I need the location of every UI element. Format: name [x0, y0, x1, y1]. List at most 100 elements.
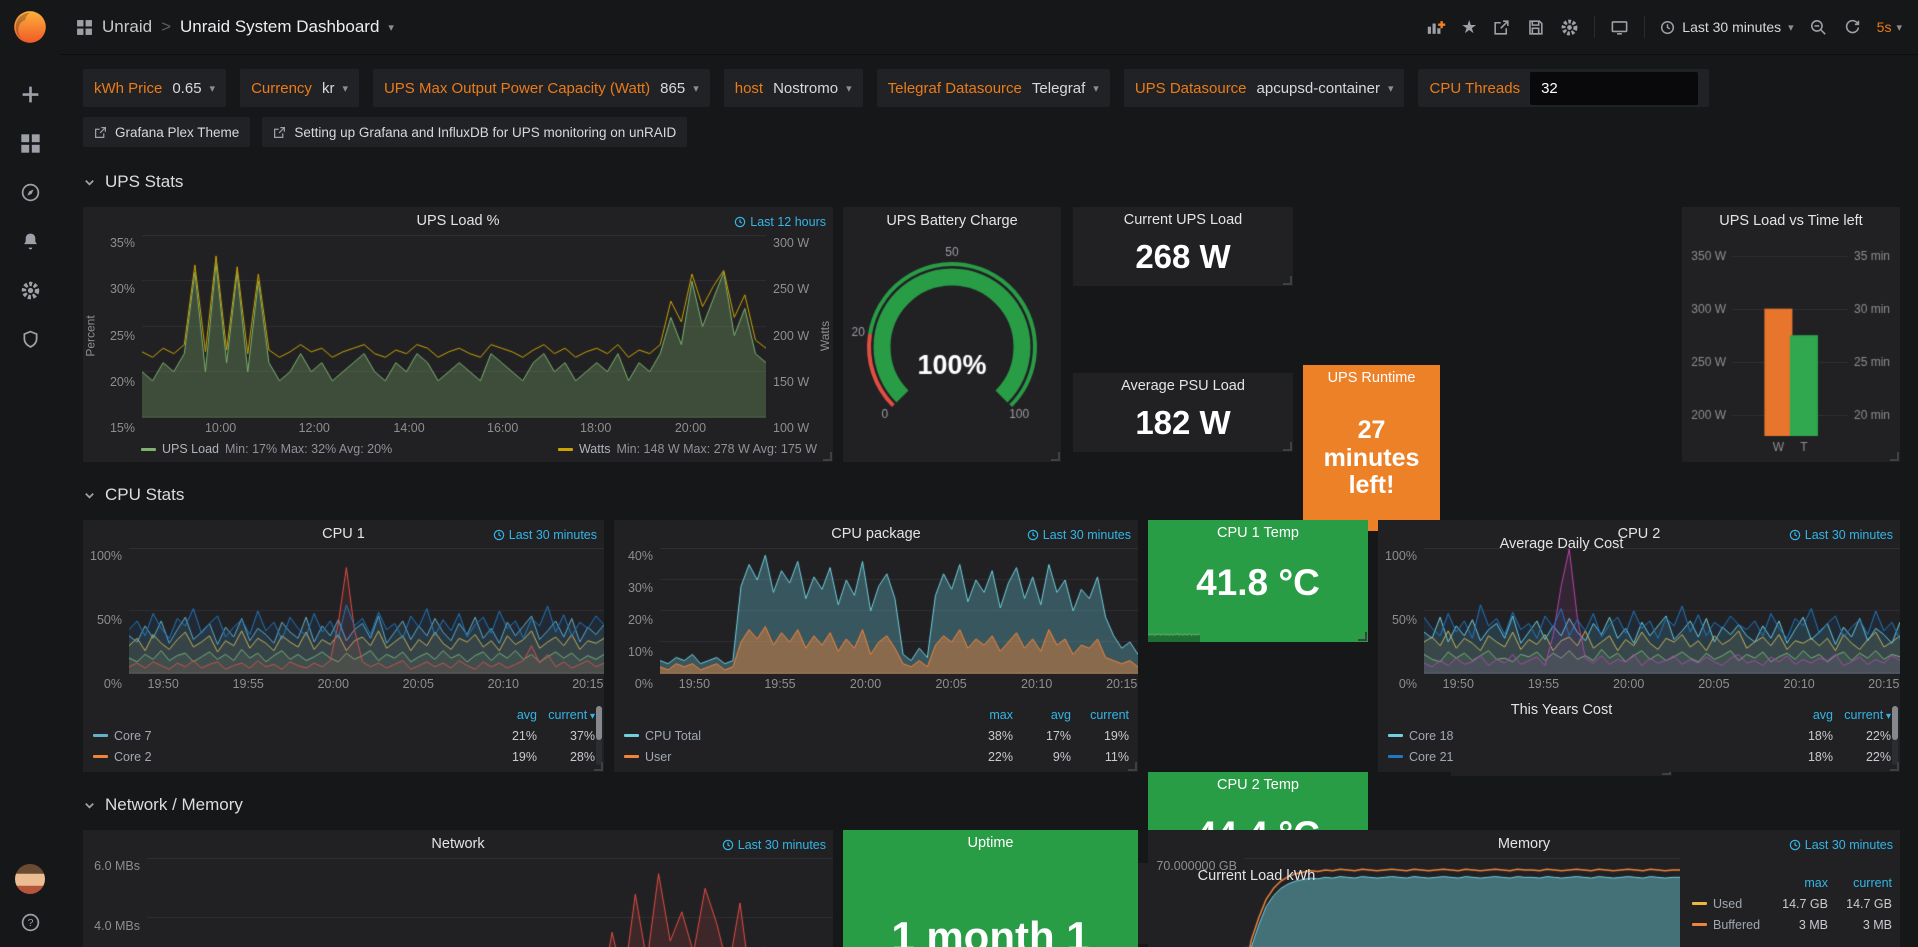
- panel-title[interactable]: Average PSU Load: [1073, 378, 1293, 394]
- settings-gear-icon[interactable]: [1560, 18, 1579, 37]
- legend-row[interactable]: Used14.7 GB14.7 GB: [1692, 893, 1892, 914]
- legend-sort-column[interactable]: current ▾: [1833, 708, 1891, 722]
- dashboard-link[interactable]: Grafana Plex Theme: [83, 117, 250, 147]
- cpu1-chart[interactable]: [129, 548, 604, 674]
- dashboards-grid-icon[interactable]: [20, 133, 41, 154]
- dashboard-link[interactable]: Setting up Grafana and InfluxDB for UPS …: [262, 117, 687, 147]
- explore-compass-icon[interactable]: [20, 182, 41, 203]
- configuration-gear-icon[interactable]: [20, 280, 41, 301]
- panel-title[interactable]: This Years Cost: [1451, 702, 1672, 718]
- alerting-bell-icon[interactable]: [20, 231, 41, 252]
- variable-value[interactable]: kr▾: [322, 80, 348, 97]
- legend-scrollbar[interactable]: [1892, 706, 1898, 765]
- user-avatar[interactable]: [15, 864, 45, 894]
- time-range-picker[interactable]: Last 30 minutes ▾: [1660, 19, 1793, 35]
- create-plus-icon[interactable]: [20, 84, 41, 105]
- series-color-dash: [1388, 755, 1403, 758]
- axis-tick: 0%: [83, 677, 122, 691]
- panel-title[interactable]: Current Load kWh: [1073, 868, 1440, 884]
- panel-title[interactable]: UPS Runtime: [1303, 370, 1440, 386]
- legend-row[interactable]: Core 2118%22%: [1388, 746, 1891, 767]
- axis-tick: 150 W: [773, 375, 818, 389]
- breadcrumb-app[interactable]: Unraid: [102, 17, 152, 37]
- legend-row[interactable]: CPU Total38%17%19%: [624, 725, 1129, 746]
- battery-gauge[interactable]: [843, 241, 1061, 441]
- ups-load-chart[interactable]: [142, 235, 766, 418]
- variable-cpu-threads[interactable]: CPU Threads32: [1418, 69, 1709, 107]
- panel-cpu2: CPU 2 Last 30 minutes 100%50%0% 19:5019:…: [1378, 520, 1900, 772]
- legend-sort-column[interactable]: max: [1764, 876, 1828, 890]
- legend-entry[interactable]: UPS LoadMin: 17% Max: 32% Avg: 20%: [141, 442, 392, 456]
- panel-title[interactable]: CPU 2 Temp: [1148, 777, 1368, 793]
- axis-tick: 20%: [614, 613, 653, 627]
- axis-tick: 19:50: [148, 677, 179, 691]
- network-chart[interactable]: [147, 858, 833, 947]
- panel-title[interactable]: Average Daily Cost: [1451, 536, 1672, 552]
- panel-title[interactable]: Network: [431, 836, 484, 852]
- legend-row[interactable]: User22%9%11%: [624, 746, 1129, 767]
- variable-value[interactable]: 865▾: [660, 80, 699, 97]
- legend-row[interactable]: Core 219%28%: [93, 746, 595, 767]
- panel-ups-load-vs-time-left: UPS Load vs Time left: [1682, 207, 1900, 462]
- panel-title[interactable]: Uptime: [843, 835, 1138, 851]
- variable-value[interactable]: Nostromo▾: [773, 80, 852, 97]
- legend-sort-column[interactable]: current: [1828, 876, 1892, 890]
- legend-sort-column[interactable]: current: [1071, 708, 1129, 722]
- section-cpu-stats[interactable]: CPU Stats: [83, 480, 1900, 510]
- share-icon[interactable]: [1492, 18, 1511, 37]
- panel-title[interactable]: CPU 1: [322, 526, 365, 542]
- zoom-out-icon[interactable]: [1809, 18, 1828, 37]
- panel-title[interactable]: CPU package: [831, 526, 920, 542]
- load-vs-time-bars[interactable]: [1686, 237, 1896, 456]
- axis-tick: 20%: [98, 375, 135, 389]
- variable-value[interactable]: apcupsd-container▾: [1257, 80, 1394, 97]
- save-icon[interactable]: [1526, 18, 1545, 37]
- apps-grid-icon[interactable]: [76, 19, 93, 36]
- cpu-package-chart[interactable]: [660, 548, 1138, 674]
- axis-tick: 20:15: [1106, 677, 1137, 691]
- panel-title[interactable]: CPU 1 Temp: [1148, 525, 1368, 541]
- panel-network: Network Last 30 minutes 6.0 MBs4.0 MBs2.…: [83, 830, 833, 947]
- grafana-logo[interactable]: [11, 8, 49, 46]
- panel-title[interactable]: UPS Load %: [416, 213, 499, 229]
- legend-sort-column[interactable]: avg: [1775, 708, 1833, 722]
- legend-row[interactable]: Core 721%37%: [93, 725, 595, 746]
- legend-row[interactable]: Core 1818%22%: [1388, 725, 1891, 746]
- panel-title[interactable]: Current UPS Load: [1073, 212, 1293, 228]
- legend-entry[interactable]: WattsMin: 148 W Max: 278 W Avg: 175 W: [558, 442, 817, 456]
- panel-title[interactable]: UPS Load vs Time left: [1719, 213, 1862, 229]
- dashboard-title[interactable]: Unraid System Dashboard: [180, 17, 379, 37]
- add-panel-icon[interactable]: [1427, 18, 1446, 37]
- help-icon[interactable]: ?: [20, 912, 41, 933]
- legend-area: avgcurrent ▾ Core 721%37%Core 219%28%: [93, 704, 595, 767]
- legend-sort-column[interactable]: avg: [1013, 708, 1071, 722]
- section-ups-stats[interactable]: UPS Stats: [83, 167, 1900, 197]
- variable-ups-datasource[interactable]: UPS Datasourceapcupsd-container▾: [1124, 69, 1405, 107]
- panel-title[interactable]: UPS Battery Charge: [886, 213, 1017, 229]
- admin-shield-icon[interactable]: [20, 329, 41, 350]
- legend-scrollbar[interactable]: [596, 706, 602, 765]
- section-network-memory[interactable]: Network / Memory: [83, 790, 1900, 820]
- legend-sort-column[interactable]: max: [955, 708, 1013, 722]
- legend-row[interactable]: Buffered3 MB3 MB: [1692, 914, 1892, 935]
- legend-sort-column[interactable]: avg: [479, 708, 537, 722]
- refresh-icon[interactable]: [1843, 18, 1862, 37]
- caret-down-icon: ▾: [846, 82, 852, 95]
- variable-ups-max-output-power-capacity-watt-[interactable]: UPS Max Output Power Capacity (Watt)865▾: [373, 69, 710, 107]
- clock-icon: [734, 216, 746, 228]
- legend-sort-column[interactable]: current ▾: [537, 708, 595, 722]
- axis-tick: 6.0 MBs: [83, 859, 140, 873]
- star-icon[interactable]: ★: [1461, 18, 1477, 37]
- tv-cycle-icon[interactable]: [1610, 18, 1629, 37]
- variable-value[interactable]: Telegraf▾: [1032, 80, 1099, 97]
- variable-value[interactable]: 0.65▾: [172, 80, 215, 97]
- variable-input[interactable]: 32: [1530, 72, 1698, 105]
- variable-currency[interactable]: Currencykr▾: [240, 69, 359, 107]
- refresh-interval[interactable]: 5s ▾: [1877, 19, 1902, 35]
- cpu2-chart[interactable]: [1424, 548, 1900, 674]
- variable-telegraf-datasource[interactable]: Telegraf DatasourceTelegraf▾: [877, 69, 1110, 107]
- panel-title[interactable]: Memory: [1498, 836, 1550, 852]
- title-caret-icon[interactable]: ▾: [388, 21, 394, 34]
- variable-host[interactable]: hostNostromo▾: [724, 69, 863, 107]
- variable-kwh-price[interactable]: kWh Price0.65▾: [83, 69, 226, 107]
